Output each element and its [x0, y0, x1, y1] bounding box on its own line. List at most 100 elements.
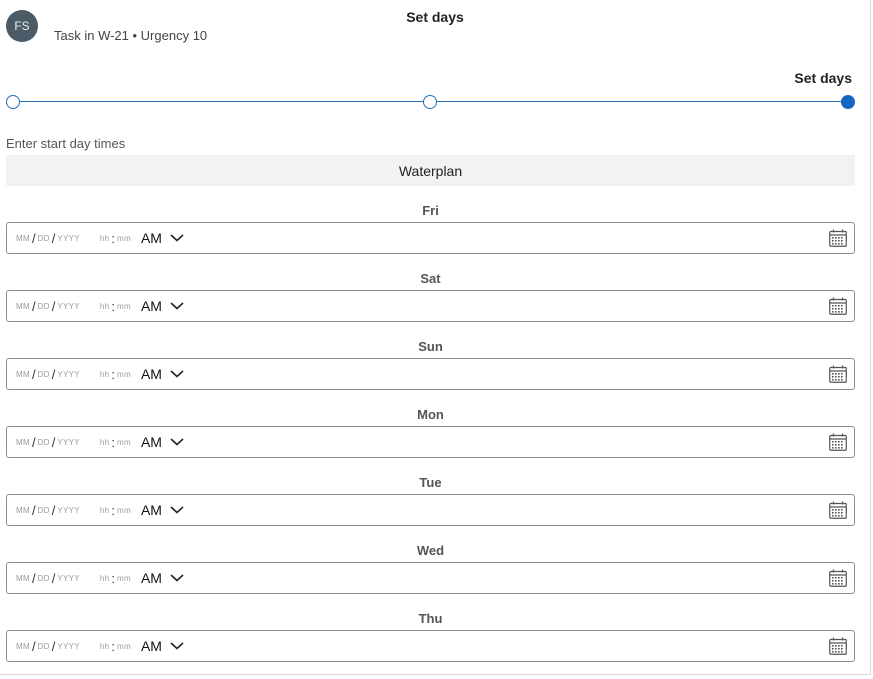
month-segment[interactable]: MM — [16, 574, 30, 583]
datetime-input-thu[interactable]: MM / DD / YYYY hh : mm AM — [6, 630, 855, 662]
ampm-value[interactable]: AM — [141, 298, 162, 314]
datetime-input-sat[interactable]: MM / DD / YYYY hh : mm AM — [6, 290, 855, 322]
hour-segment[interactable]: hh — [100, 574, 110, 583]
minute-segment[interactable]: mm — [117, 370, 131, 379]
plan-name: Waterplan — [398, 162, 463, 179]
time-separator: : — [111, 570, 116, 586]
chevron-down-icon[interactable] — [170, 641, 184, 651]
month-segment[interactable]: MM — [16, 370, 30, 379]
day-row-mon: Mon MM / DD / YYYY hh : mm AM — [6, 407, 855, 475]
day-segment[interactable]: DD — [38, 370, 50, 379]
month-segment[interactable]: MM — [16, 234, 30, 243]
date-separator: / — [31, 638, 36, 654]
minute-segment[interactable]: mm — [117, 438, 131, 447]
dialog-frame: FS Set days Task in W-21 • Urgency 10 Se… — [0, 0, 871, 675]
chevron-down-icon[interactable] — [170, 369, 184, 379]
ampm-value[interactable]: AM — [141, 570, 162, 586]
calendar-icon[interactable] — [829, 501, 847, 519]
date-separator: / — [51, 366, 56, 382]
step-1-node[interactable] — [6, 95, 20, 109]
hour-segment[interactable]: hh — [100, 302, 110, 311]
hour-segment[interactable]: hh — [100, 642, 110, 651]
day-label: Tue — [419, 475, 442, 490]
hour-segment[interactable]: hh — [100, 370, 110, 379]
ampm-value[interactable]: AM — [141, 638, 162, 654]
calendar-icon[interactable] — [829, 229, 847, 247]
step-3-node-active[interactable] — [841, 95, 855, 109]
date-separator: / — [31, 570, 36, 586]
day-time-list: Fri MM / DD / YYYY hh : mm AM Sat MM / D… — [6, 203, 855, 679]
day-segment[interactable]: DD — [38, 642, 50, 651]
step-2-node[interactable] — [423, 95, 437, 109]
year-segment[interactable]: YYYY — [57, 234, 80, 243]
day-row-fri: Fri MM / DD / YYYY hh : mm AM — [6, 203, 855, 271]
datetime-input-fri[interactable]: MM / DD / YYYY hh : mm AM — [6, 222, 855, 254]
datetime-input-sun[interactable]: MM / DD / YYYY hh : mm AM — [6, 358, 855, 390]
day-label: Fri — [422, 203, 439, 218]
hour-segment[interactable]: hh — [100, 234, 110, 243]
time-separator: : — [111, 434, 116, 450]
date-separator: / — [51, 502, 56, 518]
day-segment[interactable]: DD — [38, 438, 50, 447]
date-separator: / — [31, 298, 36, 314]
time-separator: : — [111, 638, 116, 654]
calendar-icon[interactable] — [829, 637, 847, 655]
time-separator: : — [111, 298, 116, 314]
calendar-icon[interactable] — [829, 569, 847, 587]
month-segment[interactable]: MM — [16, 302, 30, 311]
hour-segment[interactable]: hh — [100, 438, 110, 447]
minute-segment[interactable]: mm — [117, 234, 131, 243]
date-separator: / — [31, 230, 36, 246]
day-segment[interactable]: DD — [38, 506, 50, 515]
datetime-input-wed[interactable]: MM / DD / YYYY hh : mm AM — [6, 562, 855, 594]
chevron-down-icon[interactable] — [170, 505, 184, 515]
year-segment[interactable]: YYYY — [57, 574, 80, 583]
date-separator: / — [51, 638, 56, 654]
day-label: Sat — [420, 271, 441, 286]
time-separator: : — [111, 502, 116, 518]
day-segment[interactable]: DD — [38, 302, 50, 311]
day-segment[interactable]: DD — [38, 574, 50, 583]
date-separator: / — [51, 298, 56, 314]
chevron-down-icon[interactable] — [170, 437, 184, 447]
day-label: Mon — [417, 407, 444, 422]
day-segment[interactable]: DD — [38, 234, 50, 243]
date-separator: / — [51, 434, 56, 450]
day-row-sun: Sun MM / DD / YYYY hh : mm AM — [6, 339, 855, 407]
minute-segment[interactable]: mm — [117, 506, 131, 515]
calendar-icon[interactable] — [829, 433, 847, 451]
date-separator: / — [31, 502, 36, 518]
year-segment[interactable]: YYYY — [57, 438, 80, 447]
month-segment[interactable]: MM — [16, 642, 30, 651]
month-segment[interactable]: MM — [16, 506, 30, 515]
time-separator: : — [111, 230, 116, 246]
day-row-sat: Sat MM / DD / YYYY hh : mm AM — [6, 271, 855, 339]
date-separator: / — [51, 230, 56, 246]
calendar-icon[interactable] — [829, 297, 847, 315]
ampm-value[interactable]: AM — [141, 230, 162, 246]
day-row-thu: Thu MM / DD / YYYY hh : mm AM — [6, 611, 855, 679]
ampm-value[interactable]: AM — [141, 502, 162, 518]
hour-segment[interactable]: hh — [100, 506, 110, 515]
progress-stepper — [6, 95, 855, 109]
year-segment[interactable]: YYYY — [57, 506, 80, 515]
chevron-down-icon[interactable] — [170, 233, 184, 243]
day-row-tue: Tue MM / DD / YYYY hh : mm AM — [6, 475, 855, 543]
plan-name-bar: Waterplan — [6, 155, 855, 186]
page-title: Set days — [406, 9, 464, 25]
datetime-input-mon[interactable]: MM / DD / YYYY hh : mm AM — [6, 426, 855, 458]
chevron-down-icon[interactable] — [170, 301, 184, 311]
month-segment[interactable]: MM — [16, 438, 30, 447]
calendar-icon[interactable] — [829, 365, 847, 383]
minute-segment[interactable]: mm — [117, 302, 131, 311]
task-subtitle: Task in W-21 • Urgency 10 — [54, 28, 208, 43]
minute-segment[interactable]: mm — [117, 642, 131, 651]
ampm-value[interactable]: AM — [141, 366, 162, 382]
chevron-down-icon[interactable] — [170, 573, 184, 583]
minute-segment[interactable]: mm — [117, 574, 131, 583]
year-segment[interactable]: YYYY — [57, 370, 80, 379]
ampm-value[interactable]: AM — [141, 434, 162, 450]
datetime-input-tue[interactable]: MM / DD / YYYY hh : mm AM — [6, 494, 855, 526]
year-segment[interactable]: YYYY — [57, 302, 80, 311]
year-segment[interactable]: YYYY — [57, 642, 80, 651]
